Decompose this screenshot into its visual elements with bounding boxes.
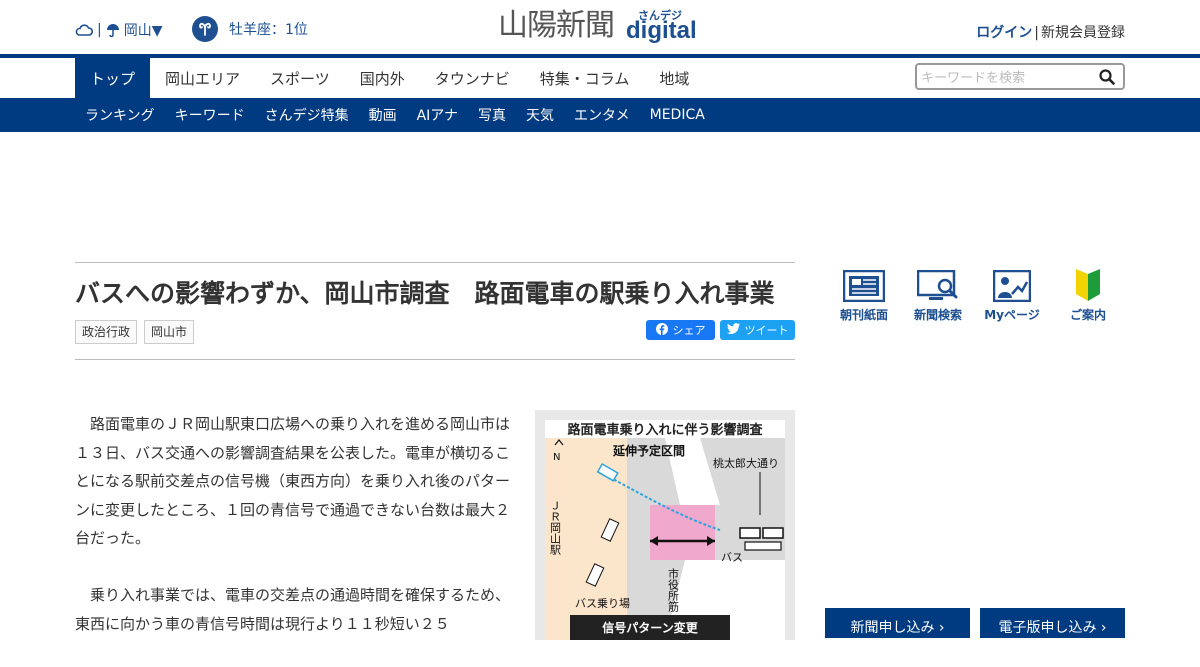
service-links: 朝刊紙面 新聞検索 Myページ ご案内 — [826, 268, 1126, 328]
nav-item-okayama-area[interactable]: 岡山エリア — [150, 58, 255, 98]
main-nav: トップ 岡山エリア スポーツ 国内外 タウンナビ 特集・コラム 地域 — [0, 58, 1200, 98]
label-north: N — [553, 452, 560, 463]
register-link[interactable]: 新規会員登録 — [1041, 25, 1125, 41]
nav-item-top[interactable]: トップ — [75, 58, 151, 98]
cloud-icon — [75, 24, 93, 36]
search-icon[interactable] — [1099, 69, 1115, 89]
map-title: 路面電車乗り入れに伴う影響調査 — [567, 422, 763, 438]
newspaper-subscribe-button[interactable]: 新聞申し込み › — [825, 608, 970, 638]
label-city-hall-street: 市役所筋 — [667, 567, 680, 613]
nav-item-sports[interactable]: スポーツ — [255, 58, 345, 98]
twitter-share-button[interactable]: ツイート — [720, 320, 795, 340]
subnav-item-medica[interactable]: MEDICA — [640, 98, 715, 132]
subnav-item-ai-anchor[interactable]: AIアナ — [407, 98, 468, 132]
aries-icon — [192, 16, 218, 42]
subnav-item-sandeji-special[interactable]: さんデジ特集 — [255, 98, 359, 132]
search-monitor-icon — [900, 268, 976, 302]
article-paragraph: 路面電車のＪＲ岡山駅東口広場への乗り入れを進める岡山市は１３日、バス交通への影響… — [75, 415, 511, 547]
nav-item-domestic-intl[interactable]: 国内外 — [345, 58, 420, 98]
article: バスへの影響わずか、岡山市調査 路面電車の駅乗り入れ事業 政治行政 岡山市 シェ… — [75, 262, 795, 640]
label-extension-section: 延伸予定区間 — [612, 443, 685, 458]
auth-links: ログイン | 新規会員登録 — [976, 22, 1125, 42]
site-logo[interactable]: 山陽新聞 さんデジ digital — [498, 6, 703, 48]
article-meta-divider — [75, 359, 795, 360]
subnav-item-weather[interactable]: 天気 — [516, 98, 564, 132]
weather-region-select[interactable]: 岡山▼ — [124, 20, 163, 40]
search-input[interactable] — [921, 67, 1091, 87]
label-bus-stop: バス乗り場 — [575, 597, 630, 610]
beginner-mark-icon — [1050, 268, 1126, 302]
newspaper-search-label: 新聞検索 — [913, 308, 962, 322]
subnav-item-ranking[interactable]: ランキング — [75, 98, 165, 132]
site-header: | 岡山▼ 牡羊座：1位 山陽新聞 さんデジ digital ログイン | 新規会員… — [0, 0, 1200, 54]
nav-item-region[interactable]: 地域 — [644, 58, 704, 98]
guide-link[interactable]: ご案内 — [1050, 268, 1126, 323]
subnav-item-video[interactable]: 動画 — [359, 98, 407, 132]
login-link[interactable]: ログイン — [976, 25, 1032, 41]
subnav-item-keyword[interactable]: キーワード — [165, 98, 255, 132]
morning-paper-link[interactable]: 朝刊紙面 — [826, 268, 902, 323]
morning-paper-label: 朝刊紙面 — [839, 308, 888, 322]
horoscope-text: 牡羊座：1位 — [229, 22, 308, 38]
digital-subscribe-button[interactable]: 電子版申し込み › — [980, 608, 1125, 638]
tag-politics[interactable]: 政治行政 — [75, 320, 138, 344]
article-title: バスへの影響わずか、岡山市調査 路面電車の駅乗り入れ事業 — [75, 279, 775, 308]
mypage-label: Myページ — [984, 308, 1040, 322]
logo-digital: digital — [626, 17, 697, 44]
subnav-item-entertainment[interactable]: エンタメ — [564, 98, 640, 132]
horoscope-widget[interactable]: 牡羊座：1位 — [192, 16, 308, 42]
auth-divider: | — [1034, 25, 1039, 41]
label-signal-pattern-change: 信号パターン変更 — [602, 620, 698, 635]
facebook-share-label: シェア — [672, 324, 706, 337]
mypage-link[interactable]: Myページ — [974, 268, 1050, 323]
sub-nav: ランキング キーワード さんデジ特集 動画 AIアナ 写真 天気 エンタメ ME… — [0, 98, 1200, 132]
search-box — [915, 63, 1125, 90]
newspaper-icon — [826, 268, 902, 302]
twitter-bird-icon — [726, 323, 740, 337]
facebook-icon — [655, 322, 668, 338]
facebook-share-button[interactable]: シェア — [646, 320, 715, 340]
subnav-item-photo[interactable]: 写真 — [468, 98, 516, 132]
nav-item-town-navi[interactable]: タウンナビ — [420, 58, 525, 98]
umbrella-icon — [106, 23, 120, 37]
weather-widget[interactable]: | 岡山▼ — [75, 20, 163, 40]
logo-kanji: 山陽新聞 — [498, 8, 615, 43]
weather-divider: | — [97, 22, 102, 38]
article-paragraph: 乗り入れ事業では、電車の交差点の通過時間を確保するため、東西に向かう車の青信号時… — [75, 586, 511, 633]
label-momotaro-street: 桃太郎大通り — [713, 456, 779, 470]
label-jr-okayama-station: ＪＲ岡山駅 — [549, 500, 562, 556]
twitter-share-label: ツイート — [744, 324, 789, 337]
nav-item-features-columns[interactable]: 特集・コラム — [525, 58, 645, 98]
article-body: 路面電車のＪＲ岡山駅東口広場への乗り入れを進める岡山市は１３日、バス交通への影響… — [75, 410, 510, 667]
tag-okayama-city[interactable]: 岡山市 — [144, 320, 195, 344]
person-chart-icon — [974, 268, 1050, 302]
newspaper-search-link[interactable]: 新聞検索 — [900, 268, 976, 323]
article-meta: 政治行政 岡山市 シェア ツイート — [75, 320, 795, 358]
label-bus: バス — [721, 551, 743, 564]
article-figure-map[interactable]: 路面電車乗り入れに伴う影響調査 延伸予定区間 桃太郎大通り バス N ＪＲ岡山駅… — [535, 410, 795, 640]
impact-survey-map: 路面電車乗り入れに伴う影響調査 延伸予定区間 桃太郎大通り バス N ＪＲ岡山駅… — [535, 410, 795, 640]
article-top-divider — [75, 262, 795, 263]
guide-label: ご案内 — [1069, 308, 1106, 322]
